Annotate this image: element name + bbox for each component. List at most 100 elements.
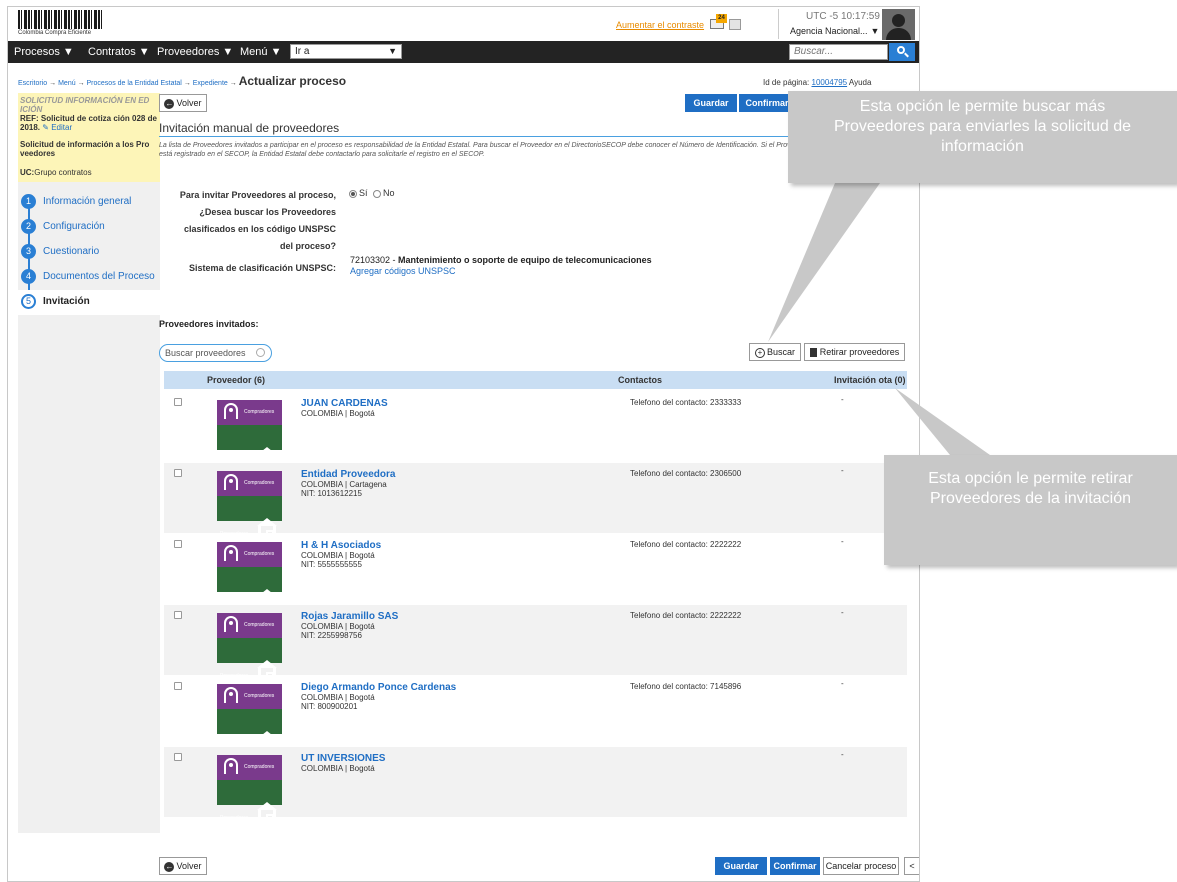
breadcrumb-sep: → bbox=[183, 80, 191, 87]
back-button[interactable]: ← Volver bbox=[159, 94, 207, 112]
invitation-status: - bbox=[841, 466, 844, 475]
invitation-status: - bbox=[841, 395, 844, 404]
buyer-icon bbox=[224, 687, 238, 703]
breadcrumb-expediente[interactable]: Expediente bbox=[193, 80, 228, 87]
col-contacts: Contactos bbox=[618, 375, 663, 385]
step-invitacion[interactable]: 5 Invitación bbox=[18, 290, 160, 315]
row-checkbox[interactable] bbox=[174, 753, 182, 761]
add-unspsc-link[interactable]: Agregar códigos UNSPSC bbox=[350, 266, 456, 276]
help-link[interactable]: Ayuda bbox=[849, 78, 872, 87]
invite-question: Para invitar Proveedores al proceso, ¿De… bbox=[179, 190, 336, 251]
radio-yes[interactable] bbox=[349, 189, 357, 198]
avatar[interactable] bbox=[882, 9, 915, 40]
arrow-left-icon: ← bbox=[164, 861, 175, 872]
breadcrumb-sep: → bbox=[229, 80, 237, 87]
invitation-status: - bbox=[841, 608, 844, 617]
buyer-icon bbox=[224, 474, 238, 490]
row-checkbox[interactable] bbox=[174, 682, 182, 690]
save-button-bottom[interactable]: Guardar bbox=[715, 857, 767, 875]
unit-label: UC: bbox=[20, 168, 35, 177]
supplier-name[interactable]: UT INVERSIONES bbox=[301, 753, 385, 764]
page-id-value[interactable]: 10004795 bbox=[812, 78, 848, 87]
mail-icon[interactable]: 24 bbox=[710, 14, 727, 29]
remove-suppliers-button[interactable]: Retirar proveedores bbox=[804, 343, 905, 361]
logo-top-text: Compradores bbox=[244, 409, 275, 415]
col-supplier: Proveedor (6) bbox=[207, 375, 266, 385]
step-cuestionario[interactable]: 3 Cuestionario bbox=[18, 240, 160, 265]
invited-title: Proveedores invitados: bbox=[159, 319, 259, 329]
radio-no-label: No bbox=[383, 188, 395, 198]
logo-top: Compradores bbox=[217, 542, 282, 567]
nav-menu[interactable]: Menú ▼ bbox=[240, 46, 281, 58]
step-documentos[interactable]: 4 Documentos del Proceso bbox=[18, 265, 160, 290]
supplier-search-input[interactable]: Buscar proveedores bbox=[159, 344, 272, 362]
supplier-contact: Telefono del contacto: 2306500 bbox=[630, 469, 742, 478]
confirm-button-bottom[interactable]: Confirmar bbox=[770, 857, 820, 875]
supplier-name[interactable]: Entidad Proveedora bbox=[301, 469, 395, 480]
supplier-name[interactable]: Diego Armando Ponce Cardenas bbox=[301, 682, 456, 693]
supplier-location: COLOMBIA | Cartagena bbox=[301, 480, 387, 489]
step-label: Información general bbox=[43, 196, 132, 207]
agency-selector[interactable]: Agencia Nacional... ▼ bbox=[790, 26, 879, 36]
row-checkbox[interactable] bbox=[174, 540, 182, 548]
row-checkbox[interactable] bbox=[174, 611, 182, 619]
back-button-bottom[interactable]: ← Volver bbox=[159, 857, 207, 875]
nav-contratos[interactable]: Contratos ▼ bbox=[88, 46, 150, 58]
supplier-name[interactable]: H & H Asociados bbox=[301, 540, 381, 551]
global-search-button[interactable] bbox=[889, 43, 915, 61]
supplier-logo: Compradores Proveedores bbox=[217, 542, 282, 614]
row-checkbox[interactable] bbox=[174, 398, 182, 406]
logo-bottom: Proveedores bbox=[217, 425, 282, 472]
radio-yes-label: Sí bbox=[359, 188, 368, 198]
breadcrumb-menu[interactable]: Menú bbox=[58, 80, 76, 87]
breadcrumb-procesos[interactable]: Procesos de la Entidad Estatal bbox=[87, 80, 182, 87]
breadcrumb-escritorio[interactable]: Escritorio bbox=[18, 80, 47, 87]
supplier-name[interactable]: JUAN CARDENAS bbox=[301, 398, 388, 409]
house-icon bbox=[257, 802, 277, 827]
step-configuracion[interactable]: 2 Configuración bbox=[18, 215, 160, 240]
collapse-button[interactable]: < bbox=[904, 857, 919, 875]
confirm-button[interactable]: Confirmar bbox=[739, 94, 795, 112]
goto-value: Ir a bbox=[295, 46, 310, 57]
supplier-nit: NIT: 2255998756 bbox=[301, 631, 362, 640]
page-title: Actualizar proceso bbox=[238, 74, 347, 88]
unspsc-description: Mantenimiento o soporte de equipo de tel… bbox=[398, 255, 652, 265]
table-row: Compradores Proveedores Entidad Proveedora… bbox=[164, 463, 907, 543]
process-description: Solicitud de información a los Pro veedo… bbox=[20, 140, 150, 158]
invitation-status: - bbox=[841, 679, 844, 688]
table-row: Compradores Proveedores UT INVERSIONES COLO… bbox=[164, 747, 907, 827]
logo[interactable]: Colombia Compra Eficiente bbox=[16, 10, 108, 38]
step-informacion-general[interactable]: 1 Información general bbox=[18, 190, 160, 215]
radio-no[interactable] bbox=[373, 189, 382, 198]
suppliers-table-header: Proveedor (6) Contactos Invitación o ta … bbox=[164, 371, 907, 389]
row-checkbox[interactable] bbox=[174, 469, 182, 477]
contrast-link[interactable]: Aumentar el contraste bbox=[616, 20, 704, 30]
callout-remove-text: Esta opción le permite retirar Proveedor… bbox=[928, 470, 1133, 507]
logo-top-text: Compradores bbox=[244, 764, 275, 770]
edit-link[interactable]: ✎ Editar bbox=[42, 123, 72, 132]
process-unit: UC:Grupo contratos bbox=[20, 168, 158, 177]
nav-procesos[interactable]: Procesos ▼ bbox=[14, 46, 74, 58]
table-row: Compradores Proveedores Diego Armando Ponc… bbox=[164, 676, 907, 756]
calendar-icon[interactable] bbox=[729, 19, 741, 30]
invitation-status: - bbox=[841, 750, 844, 759]
goto-select[interactable]: Ir a ▼ bbox=[290, 44, 402, 59]
remove-label: Retirar proveedores bbox=[819, 347, 900, 357]
chevron-down-icon: ▼ bbox=[388, 46, 397, 56]
supplier-name[interactable]: Rojas Jaramillo SAS bbox=[301, 611, 398, 622]
process-status: SOLICITUD INFORMACIÓN EN ED ICIÓN bbox=[20, 96, 150, 114]
nav-proveedores[interactable]: Proveedores ▼ bbox=[157, 46, 233, 58]
save-button[interactable]: Guardar bbox=[685, 94, 737, 112]
logo-top: Compradores bbox=[217, 613, 282, 638]
global-search-input[interactable]: Buscar... bbox=[789, 44, 888, 60]
step-number: 3 bbox=[21, 244, 36, 259]
process-summary: SOLICITUD INFORMACIÓN EN ED ICIÓN REF: S… bbox=[18, 93, 160, 182]
step-number: 4 bbox=[21, 269, 36, 284]
breadcrumb: Escritorio → Menú → Procesos de la Entid… bbox=[18, 74, 346, 88]
supplier-logo: Compradores Proveedores bbox=[217, 471, 282, 543]
logo-top-text: Compradores bbox=[244, 480, 275, 486]
cancel-process-button[interactable]: Cancelar proceso bbox=[823, 857, 899, 875]
unit-value: Grupo contratos bbox=[34, 168, 92, 177]
supplier-location: COLOMBIA | Bogotá bbox=[301, 409, 375, 418]
search-suppliers-button[interactable]: + Buscar bbox=[749, 343, 801, 361]
